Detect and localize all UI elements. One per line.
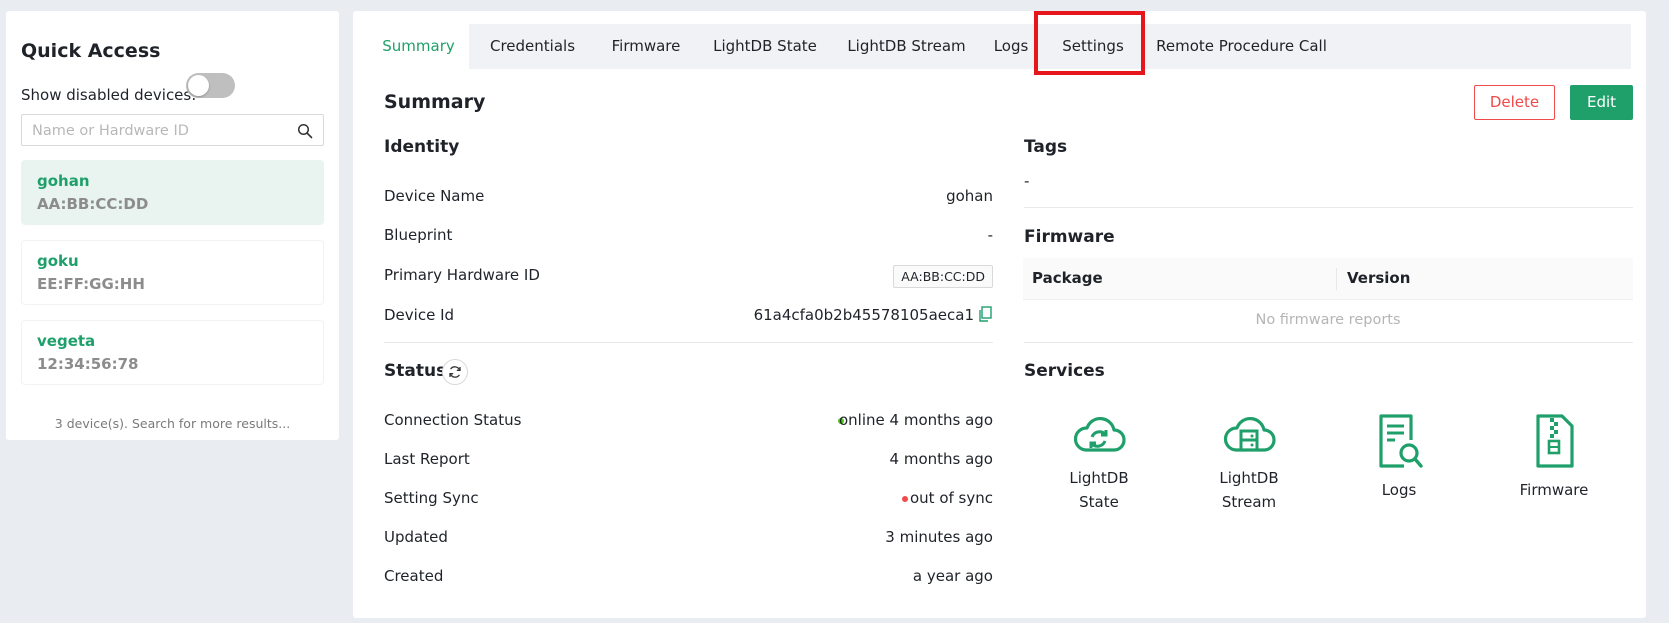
service-label: LightDB State — [1069, 469, 1129, 511]
identity-divider — [384, 342, 993, 343]
last-report-label: Last Report — [384, 450, 470, 468]
tab-summary[interactable]: Summary — [368, 24, 469, 69]
service-firmware[interactable]: Firmware — [1504, 412, 1604, 502]
service-logs[interactable]: Logs — [1349, 412, 1449, 502]
device-name: vegeta — [37, 332, 96, 350]
tags-divider — [1024, 207, 1633, 208]
status-title: Status — [384, 361, 447, 381]
device-name-value: gohan — [946, 187, 993, 205]
setting-sync-value: out of sync — [909, 489, 993, 507]
edit-button[interactable]: Edit — [1570, 85, 1633, 120]
refresh-icon — [449, 366, 461, 378]
device-search-box — [21, 114, 324, 146]
tab-credentials[interactable]: Credentials — [471, 24, 594, 69]
connection-status-value: online 4 months ago — [839, 411, 993, 429]
last-report-value: 4 months ago — [889, 450, 993, 468]
tab-settings[interactable]: Settings — [1043, 24, 1143, 69]
service-label: LightDB Stream — [1219, 469, 1279, 511]
file-search-icon — [1379, 414, 1423, 468]
package-column-header: Package — [1032, 269, 1103, 287]
device-name-label: Device Name — [384, 187, 485, 205]
device-card-vegeta[interactable]: vegeta 12:34:56:78 — [21, 320, 324, 385]
device-hardware-id: 12:34:56:78 — [37, 355, 139, 373]
device-name: gohan — [37, 172, 90, 190]
blueprint-label: Blueprint — [384, 226, 453, 244]
updated-label: Updated — [384, 528, 448, 546]
summary-title: Summary — [384, 91, 486, 113]
tab-lightdb-state[interactable]: LightDB State — [698, 24, 832, 69]
copy-icon[interactable] — [978, 306, 992, 322]
device-id-value: 61a4cfa0b2b45578105aeca1 — [753, 306, 974, 324]
search-icon[interactable] — [297, 123, 313, 139]
device-id-label: Device Id — [384, 306, 455, 324]
service-lightdb-state[interactable]: LightDB State — [1049, 412, 1149, 514]
device-card-gohan[interactable]: gohan AA:BB:CC:DD — [21, 160, 324, 225]
toggle-knob — [188, 75, 209, 96]
show-disabled-toggle[interactable] — [186, 73, 235, 98]
service-lightdb-stream[interactable]: LightDB Stream — [1199, 412, 1299, 514]
delete-button[interactable]: Delete — [1474, 85, 1555, 120]
primary-hardware-id-label: Primary Hardware ID — [384, 266, 540, 284]
device-name: goku — [37, 252, 79, 270]
version-column-header: Version — [1347, 269, 1411, 287]
firmware-table-header: Package Version — [1023, 258, 1633, 300]
services-title: Services — [1024, 361, 1105, 381]
refresh-status-button[interactable] — [442, 359, 468, 385]
service-label: Firmware — [1519, 481, 1589, 499]
primary-hardware-id-tag: AA:BB:CC:DD — [893, 265, 993, 288]
tags-value: - — [1024, 172, 1030, 190]
tab-remote-procedure-call[interactable]: Remote Procedure Call — [1145, 24, 1338, 69]
quick-access-title: Quick Access — [21, 40, 161, 62]
updated-value: 3 minutes ago — [885, 528, 993, 546]
file-zip-icon — [1536, 414, 1574, 468]
created-value: a year ago — [912, 567, 993, 585]
out-of-sync-dot — [902, 496, 908, 502]
device-count-text: 3 device(s). Search for more results... — [54, 416, 291, 431]
firmware-divider — [1024, 342, 1633, 343]
device-hardware-id: AA:BB:CC:DD — [37, 195, 149, 213]
service-label: Logs — [1381, 481, 1417, 499]
tab-firmware[interactable]: Firmware — [596, 24, 696, 69]
created-label: Created — [384, 567, 444, 585]
quick-access-sidebar: Quick Access Show disabled devices: goha… — [6, 11, 339, 440]
cloud-sync-icon — [1073, 417, 1126, 452]
tags-title: Tags — [1024, 137, 1068, 157]
tab-logs[interactable]: Logs — [981, 24, 1041, 69]
device-hardware-id: EE:FF:GG:HH — [37, 275, 145, 293]
tab-content-area — [368, 69, 1631, 605]
connection-status-label: Connection Status — [384, 411, 522, 429]
column-separator — [1336, 268, 1337, 290]
blueprint-value: - — [987, 226, 993, 244]
cloud-storage-icon — [1223, 417, 1276, 452]
firmware-title: Firmware — [1024, 227, 1115, 247]
identity-title: Identity — [384, 137, 460, 157]
setting-sync-label: Setting Sync — [384, 489, 479, 507]
tab-lightdb-stream[interactable]: LightDB Stream — [834, 24, 979, 69]
device-search-input[interactable] — [32, 121, 282, 141]
device-card-goku[interactable]: goku EE:FF:GG:HH — [21, 240, 324, 305]
firmware-empty-text: No firmware reports — [1255, 312, 1401, 328]
tab-bar: Summary Credentials Firmware LightDB Sta… — [368, 24, 1631, 69]
show-disabled-label: Show disabled devices: — [21, 86, 197, 104]
